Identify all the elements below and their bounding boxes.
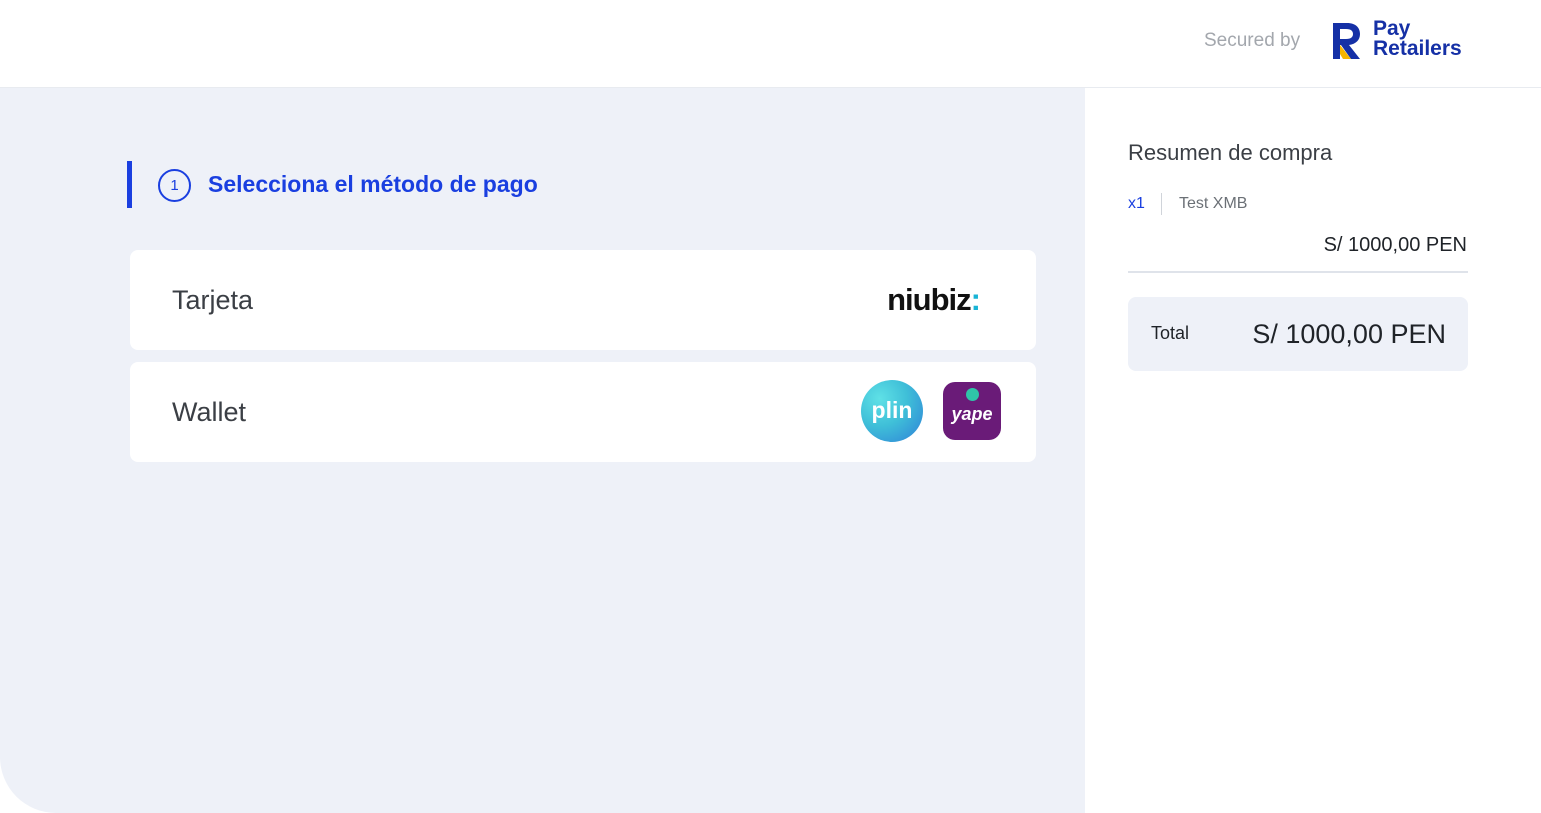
yape-dot-icon (966, 388, 979, 401)
payment-method-tarjeta[interactable]: Tarjeta niubiz: (130, 250, 1036, 350)
payment-method-wallet[interactable]: Wallet plin yape (130, 362, 1036, 462)
payment-method-panel: 1 Selecciona el método de pago Tarjeta n… (0, 88, 1085, 813)
item-divider (1161, 193, 1162, 215)
summary-divider (1128, 271, 1468, 273)
purchase-summary-panel: Resumen de compra x1 Test XMB S/ 1000,00… (1085, 88, 1541, 813)
yape-logo: yape (943, 382, 1001, 440)
niubiz-logo: niubiz: (887, 282, 981, 317)
total-value: S/ 1000,00 PEN (1252, 319, 1446, 349)
payretailers-logo-icon (1333, 23, 1360, 59)
payretailers-logo: Pay Retailers (1373, 17, 1462, 60)
plin-logo: plin (861, 380, 923, 442)
item-price: S/ 1000,00 PEN (1323, 234, 1467, 256)
total-label: Total (1151, 323, 1190, 343)
payment-method-label: Tarjeta (172, 285, 254, 315)
step-number-badge: 1 (158, 169, 191, 202)
item-quantity: x1 (1128, 195, 1145, 212)
step-title: Selecciona el método de pago (208, 171, 538, 197)
summary-title: Resumen de compra (1128, 140, 1333, 165)
header: Secured by Pay Retailers (0, 0, 1541, 88)
step-indicator-bar (127, 161, 132, 208)
secured-by-label: Secured by (1204, 30, 1301, 51)
item-name: Test XMB (1179, 195, 1248, 212)
total-box: Total S/ 1000,00 PEN (1128, 297, 1468, 371)
payment-method-label: Wallet (172, 397, 247, 427)
